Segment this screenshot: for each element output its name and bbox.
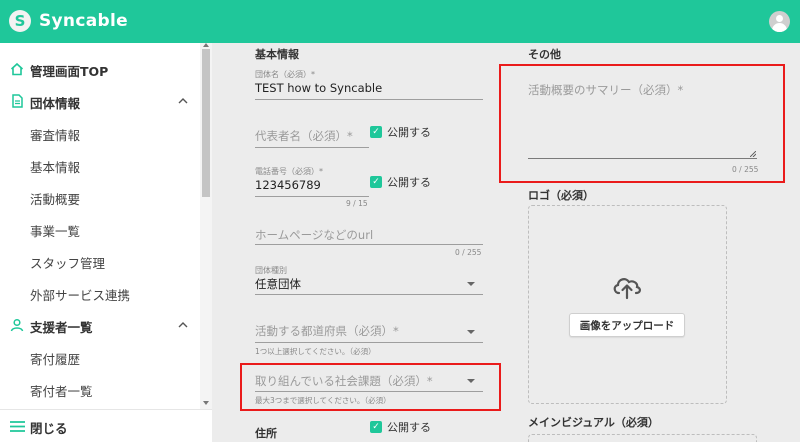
org-name-label: 団体名（必須）* bbox=[255, 70, 315, 79]
chevron-up-icon[interactable] bbox=[177, 95, 189, 107]
sidebar-group-label: 支援者一覧 bbox=[30, 320, 93, 335]
checkbox-label: 公開する bbox=[387, 421, 431, 434]
menu-icon bbox=[10, 421, 25, 432]
sidebar: 管理画面TOP 団体情報 審査情報 基本情報 活動概要 事業一覧 スタッフ管理 … bbox=[0, 43, 212, 442]
representative-input[interactable]: 代表者名（必須）* bbox=[255, 128, 353, 144]
sidebar-item-label: 審査情報 bbox=[30, 128, 81, 143]
representative-underline bbox=[255, 147, 369, 148]
sidebar-item-label: 外部サービス連携 bbox=[30, 288, 131, 303]
syncable-logo-icon: S bbox=[9, 10, 31, 32]
sidebar-item-label: 基本情報 bbox=[30, 160, 81, 175]
sidebar-item-label: 活動概要 bbox=[30, 192, 81, 207]
dropdown-arrow-icon[interactable] bbox=[467, 379, 475, 383]
main-visual-upload-area[interactable] bbox=[528, 434, 757, 442]
scroll-thumb[interactable] bbox=[202, 49, 210, 197]
org-type-select[interactable]: 任意団体 bbox=[255, 276, 301, 292]
sidebar-item-donation-history[interactable]: 寄付履歴 bbox=[0, 341, 200, 373]
sidebar-item-staff[interactable]: スタッフ管理 bbox=[0, 245, 200, 277]
phone-label: 電話番号（必須）* bbox=[255, 167, 323, 176]
phone-public-checkbox[interactable]: ✓ 公開する bbox=[370, 174, 431, 190]
scroll-up-icon[interactable] bbox=[203, 43, 209, 47]
summary-counter: 0 / 255 bbox=[732, 165, 759, 174]
sidebar-item-admin-top[interactable]: 管理画面TOP bbox=[0, 53, 200, 85]
sidebar-item-label: 管理画面TOP bbox=[30, 64, 109, 79]
close-label: 閉じる bbox=[30, 421, 68, 436]
brand-name[interactable]: Syncable bbox=[39, 11, 128, 31]
sidebar-item-label: スタッフ管理 bbox=[30, 256, 106, 271]
logo-upload-area[interactable] bbox=[528, 205, 727, 404]
homepage-counter: 0 / 255 bbox=[455, 248, 482, 257]
sidebar-group-org-info[interactable]: 団体情報 bbox=[0, 85, 200, 117]
person-icon bbox=[10, 318, 24, 332]
app-header: S Syncable bbox=[0, 0, 800, 43]
chevron-up-icon[interactable] bbox=[177, 319, 189, 331]
org-name-input[interactable]: TEST how to Syncable bbox=[255, 81, 382, 95]
prefecture-hint: 1つ以上選択してください。（必須） bbox=[255, 347, 376, 356]
sidebar-group-supporters[interactable]: 支援者一覧 bbox=[0, 309, 200, 341]
sidebar-item-projects[interactable]: 事業一覧 bbox=[0, 213, 200, 245]
cloud-upload-icon bbox=[613, 278, 641, 300]
org-name-underline bbox=[255, 99, 483, 100]
scroll-down-icon[interactable] bbox=[203, 401, 209, 405]
resize-handle-icon[interactable] bbox=[750, 151, 756, 157]
user-avatar[interactable] bbox=[769, 11, 790, 32]
sidebar-item-label: 寄付履歴 bbox=[30, 352, 81, 367]
homepage-input[interactable]: ホームページなどのurl bbox=[255, 227, 373, 243]
sidebar-close-button[interactable]: 閉じる bbox=[0, 409, 212, 442]
social-issue-underline bbox=[255, 391, 483, 392]
sidebar-item-label: 寄付者一覧 bbox=[30, 384, 93, 399]
summary-underline bbox=[528, 158, 757, 159]
prefecture-underline bbox=[255, 342, 483, 343]
representative-public-checkbox[interactable]: ✓ 公開する bbox=[370, 124, 431, 140]
social-issue-select[interactable]: 取り組んでいる社会課題（必須）* bbox=[255, 373, 433, 389]
section-title-other: その他 bbox=[528, 48, 561, 61]
logo-label: ロゴ（必須） bbox=[528, 189, 594, 202]
dropdown-arrow-icon[interactable] bbox=[467, 282, 475, 286]
sidebar-item-external[interactable]: 外部サービス連携 bbox=[0, 277, 200, 309]
upload-image-button[interactable]: 画像をアップロード bbox=[569, 313, 685, 337]
address-label: 住所 bbox=[255, 427, 277, 440]
prefecture-select[interactable]: 活動する都道府県（必須）* bbox=[255, 323, 399, 339]
checkbox-label: 公開する bbox=[387, 176, 431, 189]
sidebar-item-donors[interactable]: 寄付者一覧 bbox=[0, 373, 200, 405]
check-icon: ✓ bbox=[370, 421, 382, 433]
sidebar-item-basic[interactable]: 基本情報 bbox=[0, 149, 200, 181]
checkbox-label: 公開する bbox=[387, 126, 431, 139]
phone-underline bbox=[255, 196, 369, 197]
sidebar-item-activity[interactable]: 活動概要 bbox=[0, 181, 200, 213]
sidebar-group-label: 団体情報 bbox=[30, 96, 81, 111]
org-type-label: 団体種別 bbox=[255, 266, 287, 275]
check-icon: ✓ bbox=[370, 126, 382, 138]
sidebar-scrollbar[interactable] bbox=[200, 43, 212, 409]
homepage-underline bbox=[255, 244, 483, 245]
document-icon bbox=[12, 94, 23, 108]
summary-textarea[interactable]: 活動概要のサマリー（必須）* bbox=[528, 82, 683, 98]
dropdown-arrow-icon[interactable] bbox=[467, 330, 475, 334]
social-issue-hint: 最大3つまで選択してください。（必須） bbox=[255, 396, 391, 405]
section-title-basic: 基本情報 bbox=[255, 48, 299, 61]
phone-input[interactable]: 123456789 bbox=[255, 178, 321, 192]
sidebar-item-label: 事業一覧 bbox=[30, 224, 81, 239]
sidebar-item-review[interactable]: 審査情報 bbox=[0, 117, 200, 149]
check-icon: ✓ bbox=[370, 176, 382, 188]
address-public-checkbox[interactable]: ✓ 公開する bbox=[370, 419, 431, 435]
main-visual-label: メインビジュアル（必須） bbox=[528, 416, 659, 429]
home-icon bbox=[10, 62, 24, 76]
phone-counter: 9 / 15 bbox=[346, 199, 368, 208]
org-type-underline bbox=[255, 294, 483, 295]
